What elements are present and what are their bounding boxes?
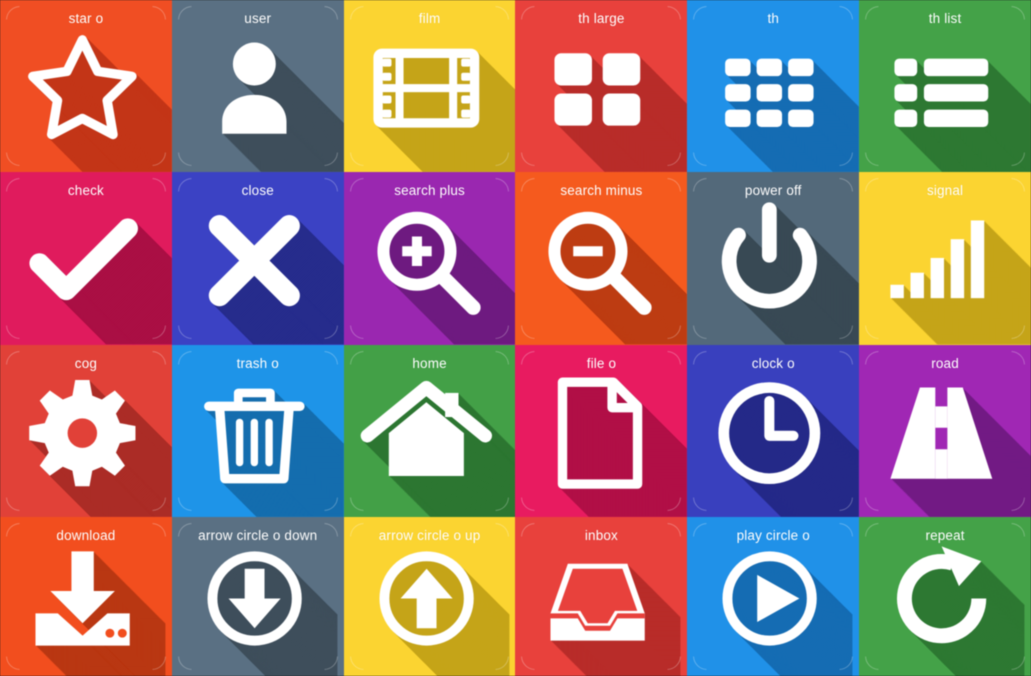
icon-tile-cog[interactable]: cog bbox=[0, 345, 172, 517]
icon-tile-label: user bbox=[244, 11, 272, 26]
icon-tile-road[interactable]: road bbox=[859, 345, 1031, 517]
icon-tile-home[interactable]: home bbox=[343, 345, 516, 517]
icon-tile-label: star o bbox=[68, 11, 104, 26]
icon-tile-label: play circle o bbox=[736, 528, 810, 543]
icon-tile-arrow-circle-o-up[interactable]: arrow circle o up bbox=[343, 517, 516, 676]
icon-tile-label: download bbox=[56, 528, 116, 543]
icon-tile-clock-o[interactable]: clock o bbox=[687, 345, 860, 517]
icon-tile-label: check bbox=[67, 183, 104, 198]
icon-tile-play-circle-o[interactable]: play circle o bbox=[687, 517, 860, 676]
icon-tile-film[interactable]: film bbox=[343, 0, 516, 172]
icon-tile-label: close bbox=[241, 183, 274, 198]
icon-tile-label: home bbox=[412, 356, 447, 371]
icon-tile-label: cog bbox=[74, 356, 98, 371]
icon-tile-search-minus[interactable]: search minus bbox=[515, 172, 688, 345]
icon-tile-label: power off bbox=[744, 183, 802, 198]
icon-tile-inbox[interactable]: inbox bbox=[515, 517, 688, 676]
icon-tile-label: search plus bbox=[394, 183, 465, 198]
icon-tile-label: signal bbox=[926, 183, 964, 198]
icon-tile-label: film bbox=[418, 11, 441, 26]
icon-tile-th-list[interactable]: th list bbox=[859, 0, 1031, 172]
icon-tile-close[interactable]: close bbox=[171, 172, 344, 345]
icon-tile-search-plus[interactable]: search plus bbox=[343, 172, 516, 345]
icon-tile-user[interactable]: user bbox=[171, 0, 344, 172]
icon-tile-label: repeat bbox=[925, 528, 965, 543]
icon-tile-star-o[interactable]: star o bbox=[0, 0, 172, 172]
icon-tile-label: arrow circle o up bbox=[378, 528, 481, 543]
icon-tile-label: road bbox=[931, 356, 959, 371]
icon-tile-label: th large bbox=[578, 11, 625, 26]
icon-tile-trash-o[interactable]: trash o bbox=[171, 345, 344, 517]
icon-tile-th[interactable]: th bbox=[687, 0, 860, 172]
icon-tile-check[interactable]: check bbox=[0, 172, 172, 345]
icon-tile-file-o[interactable]: file o bbox=[515, 345, 688, 517]
icon-tile-repeat[interactable]: repeat bbox=[859, 517, 1031, 676]
icon-tile-label: arrow circle o down bbox=[198, 528, 318, 543]
icon-tile-label: file o bbox=[586, 356, 617, 371]
icon-grid: star o user film th large th th list che… bbox=[0, 0, 1031, 676]
icon-tile-label: search minus bbox=[560, 183, 643, 198]
icon-tile-label: th list bbox=[928, 11, 962, 26]
icon-tile-label: th bbox=[767, 11, 780, 26]
icon-tile-label: clock o bbox=[751, 356, 795, 371]
icon-tile-label: trash o bbox=[236, 356, 279, 371]
icon-tile-arrow-circle-o-down[interactable]: arrow circle o down bbox=[171, 517, 344, 676]
icon-tile-signal[interactable]: signal bbox=[859, 172, 1031, 345]
icon-tile-label: inbox bbox=[584, 528, 618, 543]
icon-tile-th-large[interactable]: th large bbox=[515, 0, 688, 172]
icon-tile-download[interactable]: download bbox=[0, 517, 172, 676]
icon-tile-power-off[interactable]: power off bbox=[687, 172, 860, 345]
